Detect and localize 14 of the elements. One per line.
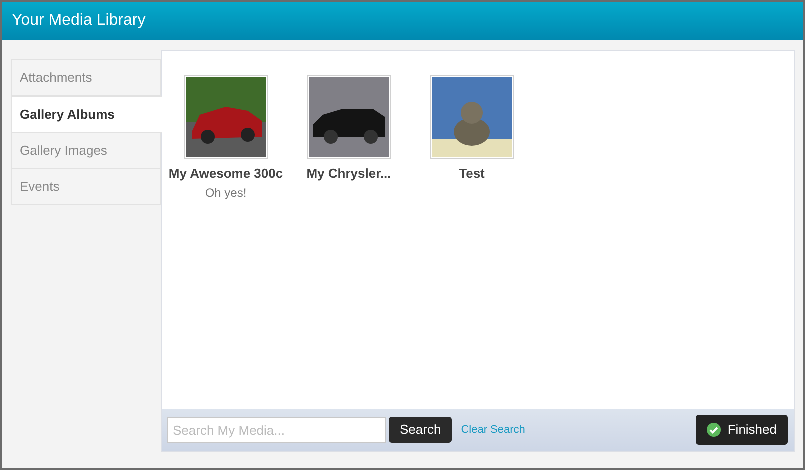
- finished-button[interactable]: Finished: [696, 415, 788, 445]
- album-description: Oh yes!: [205, 184, 247, 202]
- search-field[interactable]: Search My Media...: [167, 417, 386, 443]
- album-title: My Awesome 300c: [168, 165, 284, 183]
- album-title: Test: [459, 165, 485, 183]
- window-title: Your Media Library: [12, 11, 146, 31]
- checkmark-icon: [706, 423, 721, 437]
- sidebar-tab[interactable]: Gallery Images: [11, 132, 161, 169]
- search-button[interactable]: Search: [389, 417, 452, 443]
- sidebar-tab[interactable]: Attachments: [11, 59, 161, 96]
- sidebar-tab[interactable]: Events: [11, 168, 161, 205]
- album-title: My Chrysler...: [306, 165, 392, 183]
- sidebar-tab[interactable]: Gallery Albums: [11, 96, 162, 133]
- clear-search-link[interactable]: Clear Search: [461, 422, 526, 438]
